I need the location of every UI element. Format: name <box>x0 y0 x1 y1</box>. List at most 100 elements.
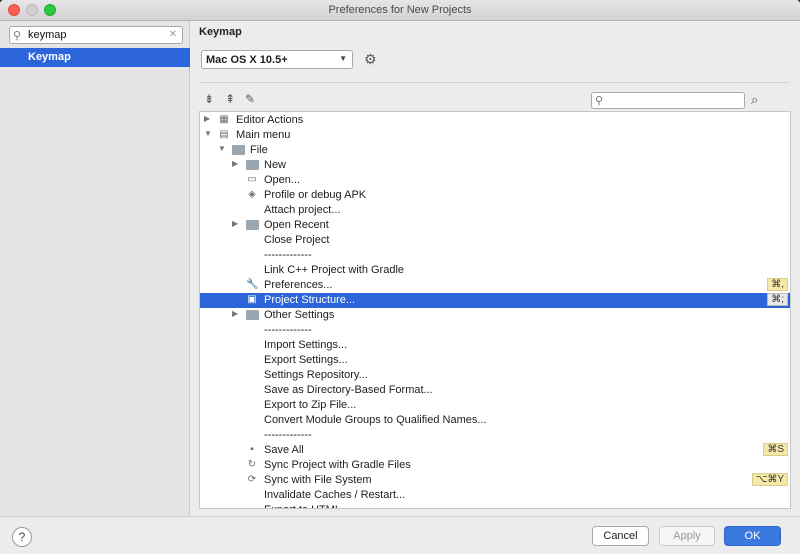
page-title: Keymap <box>199 26 242 38</box>
collapse-all-icon[interactable]: ⇞ <box>225 92 235 106</box>
keymap-tree-label: Project Structure... <box>264 294 356 306</box>
keymap-tree-label: Link C++ Project with Gradle <box>264 264 405 276</box>
expand-arrow-icon[interactable]: ▶ <box>232 219 242 228</box>
open-folder-icon: ▭ <box>247 174 257 185</box>
folder-icon <box>246 309 259 321</box>
divider <box>199 82 790 83</box>
save-icon: ▪ <box>250 444 254 455</box>
keymap-tree-row[interactable]: ▪ Save All ⌘S <box>200 443 790 458</box>
help-button[interactable]: ? <box>12 527 32 547</box>
keymap-tree-label: Close Project <box>264 234 330 246</box>
keymap-tree-row[interactable]: ▶ Other Settings <box>200 308 790 323</box>
keymap-tree-label: ------------- <box>264 429 312 441</box>
keymap-tree-row[interactable]: Save as Directory-Based Format... <box>200 383 790 398</box>
keymap-tree-label: Import Settings... <box>264 339 348 351</box>
keymap-tree-row[interactable]: ▶ Open Recent <box>200 218 790 233</box>
keymap-tree-row[interactable]: ▭ Open... <box>200 173 790 188</box>
settings-search-value: keymap <box>28 29 67 41</box>
keymap-tree-label: New <box>264 159 287 171</box>
chevron-down-icon: ▼ <box>339 54 347 63</box>
expand-all-icon[interactable]: ⇟ <box>204 92 214 106</box>
refresh-icon: ⟳ <box>247 474 257 485</box>
dialog-footer: ? Cancel Apply OK <box>0 516 800 554</box>
wrench-icon: 🔧 <box>246 279 259 290</box>
keymap-tree-row[interactable]: ------------- <box>200 323 790 338</box>
keymap-tree-label: Editor Actions <box>236 114 304 126</box>
keymap-tree-row[interactable]: Invalidate Caches / Restart... <box>200 488 790 503</box>
keymap-tree-row[interactable]: ◈ Profile or debug APK <box>200 188 790 203</box>
keymap-tree-label: Export to HTML... <box>264 504 350 508</box>
keymap-tree-row[interactable]: Close Project <box>200 233 790 248</box>
keymap-tree[interactable]: ▶ ▦ Editor Actions ▼ ▤ Main menu ▼ File ▶ New ▭ Ope… <box>199 111 791 509</box>
ok-button[interactable]: OK <box>724 526 781 546</box>
keymap-search-input[interactable]: ⚲ <box>591 92 745 109</box>
keymap-tree-row[interactable]: Convert Module Groups to Qualified Names… <box>200 413 790 428</box>
shortcut-badge: ⌘; <box>767 293 788 306</box>
project-structure-icon: ▣ <box>247 294 257 305</box>
keymap-tree-label: ------------- <box>264 324 312 336</box>
keymap-tree-row[interactable]: Export Settings... <box>200 353 790 368</box>
folder-icon <box>232 144 245 156</box>
keymap-tree-label: Sync Project with Gradle Files <box>264 459 411 471</box>
keymap-tree-row[interactable]: Link C++ Project with Gradle <box>200 263 790 278</box>
keymap-tree-label: Profile or debug APK <box>264 189 367 201</box>
editor-actions-icon: ▦ <box>219 114 229 125</box>
window-title: Preferences for New Projects <box>328 4 472 16</box>
apk-icon: ◈ <box>248 189 256 200</box>
clear-search-icon[interactable]: ✕ <box>169 29 177 40</box>
shortcut-badge: ⌘S <box>763 443 788 456</box>
keymap-tree-label: Preferences... <box>264 279 333 291</box>
keymap-tree-row[interactable]: ▶ ▦ Editor Actions <box>200 113 790 128</box>
keymap-tree-row[interactable]: Attach project... <box>200 203 790 218</box>
expand-arrow-icon[interactable]: ▶ <box>232 159 242 168</box>
keymap-tree-row[interactable]: Settings Repository... <box>200 368 790 383</box>
keymap-tree-label: Main menu <box>236 129 291 141</box>
keymap-tree-label: File <box>250 144 268 156</box>
sidebar-item-keymap[interactable]: Keymap <box>0 48 190 67</box>
keymap-tree-row[interactable]: ↻ Sync Project with Gradle Files <box>200 458 790 473</box>
keymap-tree-row[interactable]: ▼ ▤ Main menu <box>200 128 790 143</box>
search-icon: ⚲ <box>13 30 22 42</box>
keymap-tree-label: Save All <box>264 444 304 456</box>
gradle-sync-icon: ↻ <box>247 459 257 470</box>
keymap-tree-label: Invalidate Caches / Restart... <box>264 489 406 501</box>
cancel-button[interactable]: Cancel <box>592 526 649 546</box>
keymap-tree-label: Settings Repository... <box>264 369 368 381</box>
title-bar: Preferences for New Projects <box>0 0 800 21</box>
keymap-tree-label: ------------- <box>264 249 312 261</box>
edit-icon[interactable]: ✎ <box>245 92 255 106</box>
settings-search-input[interactable]: ⚲ keymap ✕ <box>9 26 183 44</box>
keymap-tree-row[interactable]: Import Settings... <box>200 338 790 353</box>
keymap-scheme-select[interactable]: Mac OS X 10.5+ ▼ <box>201 50 353 69</box>
find-shortcut-icon[interactable]: ⌕ <box>751 92 758 108</box>
keymap-tree-row[interactable]: 🔧 Preferences... ⌘, <box>200 278 790 293</box>
collapse-arrow-icon[interactable]: ▼ <box>204 129 214 138</box>
collapse-arrow-icon[interactable]: ▼ <box>218 144 228 153</box>
keymap-tree-label: Save as Directory-Based Format... <box>264 384 433 396</box>
preferences-window: Preferences for New Projects ⚲ keymap ✕ … <box>0 0 800 554</box>
main-menu-icon: ▤ <box>219 129 229 140</box>
keymap-tree-label: Export Settings... <box>264 354 348 366</box>
shortcut-badge: ⌥⌘Y <box>751 473 788 486</box>
keymap-tree-row[interactable]: ------------- <box>200 428 790 443</box>
keymap-tree-label: Convert Module Groups to Qualified Names… <box>264 414 487 426</box>
keymap-tree-row[interactable]: ▼ File <box>200 143 790 158</box>
sidebar-item-label: Keymap <box>28 51 71 63</box>
folder-icon <box>246 219 259 231</box>
search-icon: ⚲ <box>595 95 604 107</box>
expand-arrow-icon[interactable]: ▶ <box>204 114 214 123</box>
keymap-tree-row[interactable]: ▣ Project Structure... ⌘; <box>200 293 790 308</box>
keymap-tree-label: Export to Zip File... <box>264 399 357 411</box>
keymap-scheme-value: Mac OS X 10.5+ <box>206 54 288 66</box>
keymap-tree-row[interactable]: ------------- <box>200 248 790 263</box>
keymap-tree-row[interactable]: ⟳ Sync with File System ⌥⌘Y <box>200 473 790 488</box>
keymap-tree-row[interactable]: Export to HTML... <box>200 503 790 508</box>
shortcut-badge: ⌘, <box>767 278 788 291</box>
keymap-tree-label: Other Settings <box>264 309 335 321</box>
apply-button[interactable]: Apply <box>659 526 715 546</box>
keymap-tree-label: Attach project... <box>264 204 341 216</box>
gear-icon[interactable]: ⚙ <box>364 51 377 68</box>
expand-arrow-icon[interactable]: ▶ <box>232 309 242 318</box>
keymap-tree-row[interactable]: ▶ New <box>200 158 790 173</box>
keymap-tree-row[interactable]: Export to Zip File... <box>200 398 790 413</box>
